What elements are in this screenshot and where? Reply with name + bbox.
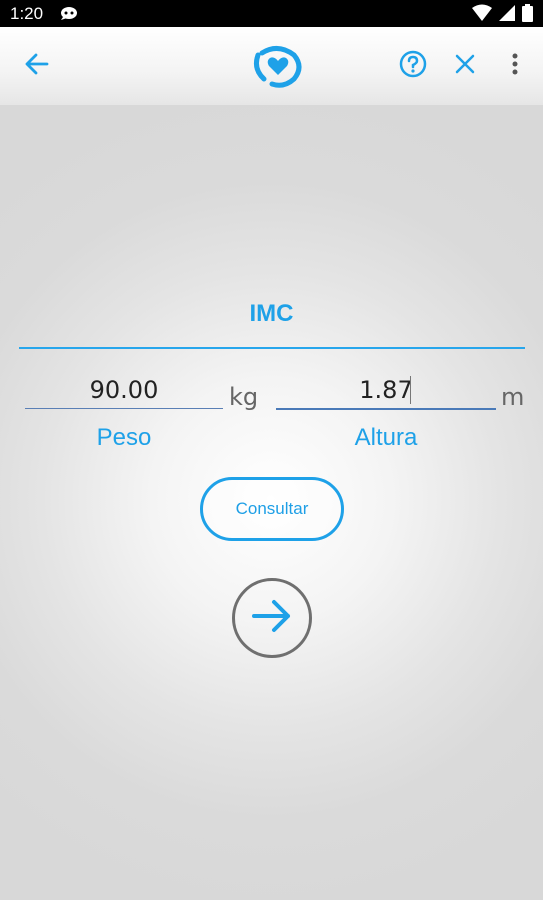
status-icons <box>472 4 533 27</box>
app-logo <box>250 45 306 89</box>
weight-label: Peso <box>96 424 152 451</box>
close-button[interactable] <box>450 51 480 81</box>
weight-unit: kg <box>229 383 259 411</box>
battery-icon <box>522 4 533 27</box>
go-button[interactable] <box>232 578 312 658</box>
help-button[interactable] <box>396 49 430 83</box>
toolbar <box>0 27 543 105</box>
wifi-icon <box>472 4 492 27</box>
height-input[interactable]: 1.87 <box>276 372 496 408</box>
overflow-menu-button[interactable] <box>504 49 526 83</box>
status-time: 1:20 <box>10 4 44 23</box>
help-icon <box>399 50 427 83</box>
status-bar: 1:20 <box>0 0 543 27</box>
weight-input-underline <box>25 408 223 409</box>
consult-button[interactable]: Consultar <box>200 477 344 541</box>
arrow-right-icon <box>250 596 294 641</box>
arrow-back-icon <box>23 52 49 81</box>
height-label: Altura <box>354 424 418 451</box>
overflow-menu-icon <box>511 52 519 81</box>
height-input-underline <box>276 408 496 410</box>
height-unit: m <box>501 383 525 411</box>
title-divider <box>19 347 525 349</box>
close-icon <box>454 53 476 80</box>
imc-title: IMC <box>249 300 294 327</box>
notification-icon <box>60 5 80 26</box>
signal-icon <box>498 4 516 27</box>
weight-input[interactable]: 90.00 <box>25 372 223 408</box>
text-cursor <box>410 376 411 404</box>
back-button[interactable] <box>18 51 54 81</box>
